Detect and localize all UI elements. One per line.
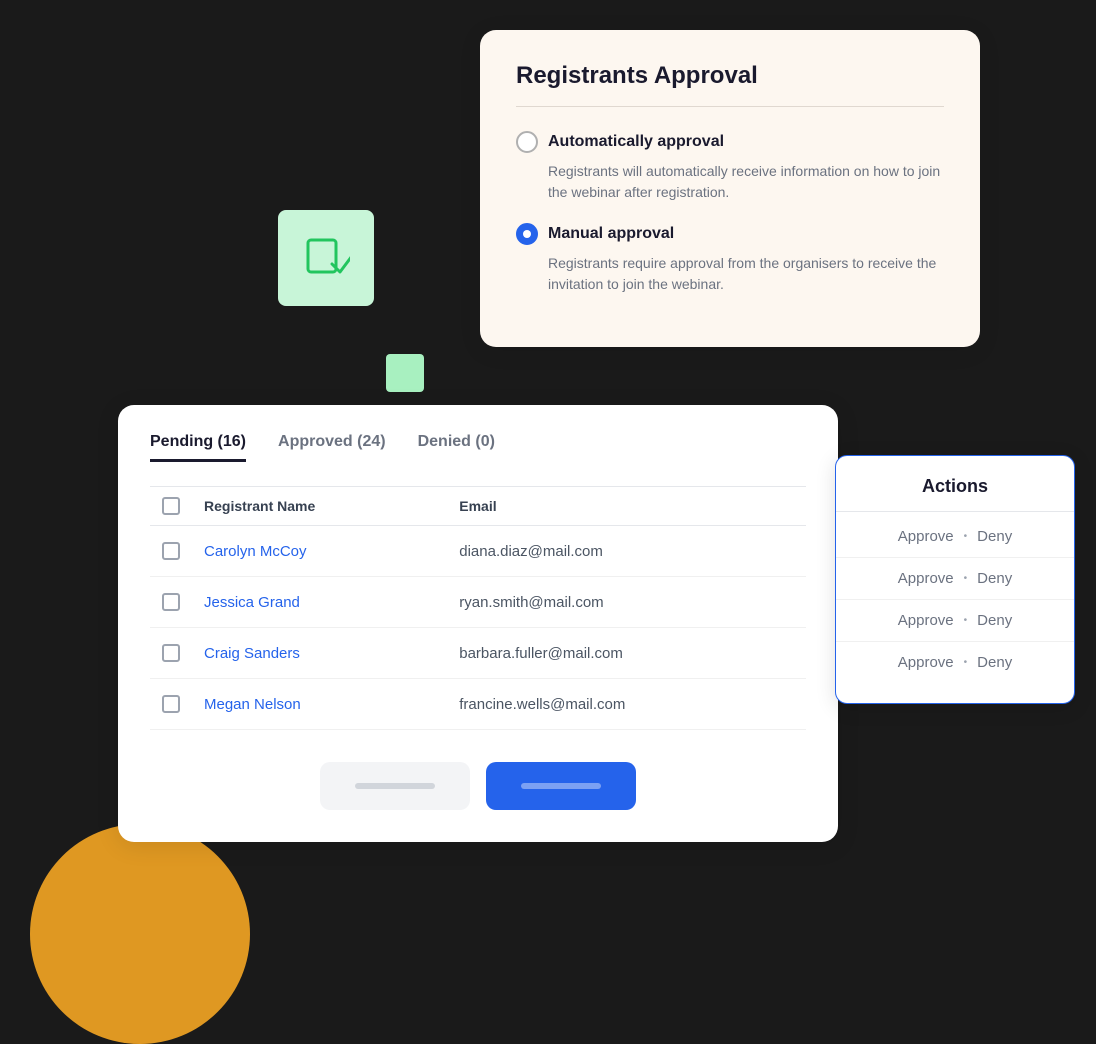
table-card: Pending (16) Approved (24) Denied (0) Re…: [118, 405, 838, 842]
registrant-name[interactable]: Megan Nelson: [192, 679, 447, 730]
action-row: Approve • Deny: [836, 600, 1074, 642]
action-dot-4: •: [964, 657, 968, 668]
auto-approval-radio[interactable]: [516, 131, 538, 153]
auto-approval-desc: Registrants will automatically receive i…: [516, 161, 944, 203]
action-row: Approve • Deny: [836, 516, 1074, 558]
registrant-name[interactable]: Craig Sanders: [192, 628, 447, 679]
table-row: Jessica Grand ryan.smith@mail.com: [150, 577, 806, 628]
deco-green-square: [278, 210, 374, 306]
cancel-button[interactable]: [320, 762, 470, 810]
registrant-email: diana.diaz@mail.com: [447, 526, 806, 577]
row-checkbox[interactable]: [162, 695, 180, 713]
action-row: Approve • Deny: [836, 558, 1074, 600]
deny-link-3[interactable]: Deny: [977, 612, 1012, 629]
deny-link-1[interactable]: Deny: [977, 528, 1012, 545]
action-dot-1: •: [964, 531, 968, 542]
actions-card: Actions Approve • Deny Approve • Deny Ap…: [835, 455, 1075, 704]
manual-approval-label: Manual approval: [548, 225, 674, 243]
approval-card-title: Registrants Approval: [516, 62, 944, 90]
registrant-email: francine.wells@mail.com: [447, 679, 806, 730]
approval-card-divider: [516, 106, 944, 107]
deco-small-green: [386, 354, 424, 392]
tab-pending[interactable]: Pending (16): [150, 433, 246, 462]
approve-link-4[interactable]: Approve: [898, 654, 954, 671]
auto-approval-label: Automatically approval: [548, 133, 724, 151]
table-row: Carolyn McCoy diana.diaz@mail.com: [150, 526, 806, 577]
auto-approval-option[interactable]: Automatically approval Registrants will …: [516, 131, 944, 203]
actions-title: Actions: [836, 476, 1074, 512]
approve-link-2[interactable]: Approve: [898, 570, 954, 587]
approve-link-3[interactable]: Approve: [898, 612, 954, 629]
table-row: Craig Sanders barbara.fuller@mail.com: [150, 628, 806, 679]
action-row: Approve • Deny: [836, 642, 1074, 683]
header-name: Registrant Name: [192, 487, 447, 526]
deny-link-4[interactable]: Deny: [977, 654, 1012, 671]
header-checkbox-cell: [150, 487, 192, 526]
header-email: Email: [447, 487, 806, 526]
manual-approval-desc: Registrants require approval from the or…: [516, 253, 944, 295]
approval-card: Registrants Approval Automatically appro…: [480, 30, 980, 347]
registrant-email: ryan.smith@mail.com: [447, 577, 806, 628]
save-button-bar: [521, 783, 601, 789]
cancel-button-bar: [355, 783, 435, 789]
tabs: Pending (16) Approved (24) Denied (0): [150, 433, 806, 462]
row-checkbox[interactable]: [162, 542, 180, 560]
deny-link-2[interactable]: Deny: [977, 570, 1012, 587]
select-all-checkbox[interactable]: [162, 497, 180, 515]
manual-approval-option[interactable]: Manual approval Registrants require appr…: [516, 223, 944, 295]
save-button[interactable]: [486, 762, 636, 810]
tab-approved[interactable]: Approved (24): [278, 433, 386, 462]
table-row: Megan Nelson francine.wells@mail.com: [150, 679, 806, 730]
registrant-name[interactable]: Jessica Grand: [192, 577, 447, 628]
row-checkbox[interactable]: [162, 644, 180, 662]
registrant-name[interactable]: Carolyn McCoy: [192, 526, 447, 577]
action-dot-2: •: [964, 573, 968, 584]
action-dot-3: •: [964, 615, 968, 626]
tab-denied[interactable]: Denied (0): [418, 433, 495, 462]
registrants-table: Registrant Name Email Carolyn McCoy dian…: [150, 486, 806, 730]
registrant-email: barbara.fuller@mail.com: [447, 628, 806, 679]
manual-approval-radio[interactable]: [516, 223, 538, 245]
row-checkbox[interactable]: [162, 593, 180, 611]
deco-orange-circle: // rendered as inline SVG circles: [30, 824, 250, 1044]
approve-link-1[interactable]: Approve: [898, 528, 954, 545]
